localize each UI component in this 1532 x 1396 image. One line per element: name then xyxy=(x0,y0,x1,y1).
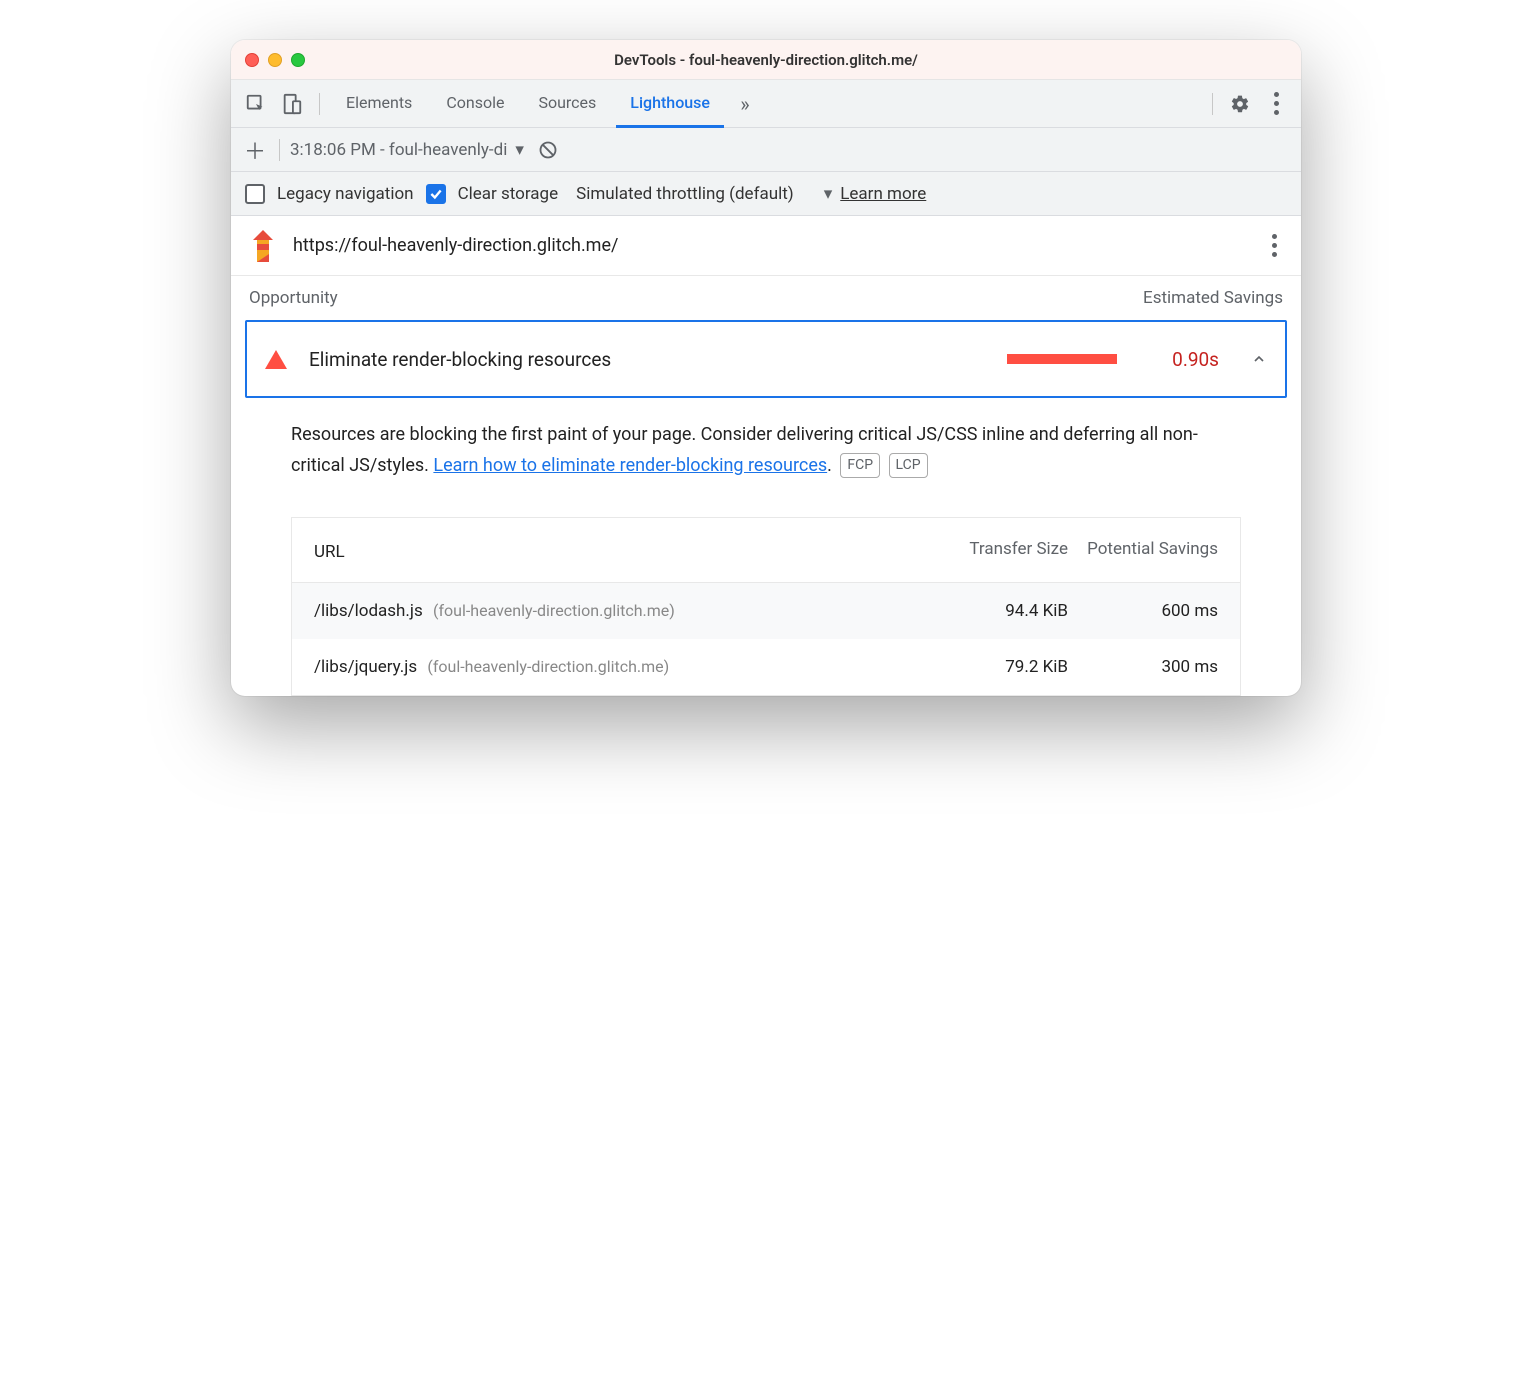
metric-tag-fcp: FCP xyxy=(840,453,880,479)
settings-gear-icon[interactable] xyxy=(1225,89,1255,119)
cell-url-path: /libs/jquery.js xyxy=(314,657,417,677)
opportunity-desc-post: . xyxy=(827,455,832,476)
device-toolbar-icon[interactable] xyxy=(277,89,307,119)
cell-size: 79.2 KiB xyxy=(938,657,1068,677)
clear-all-icon[interactable] xyxy=(534,136,562,164)
tabbar: Elements Console Sources Lighthouse » xyxy=(231,80,1301,128)
lighthouse-options-bar: Legacy navigation Clear storage Simulate… xyxy=(231,172,1301,216)
opportunity-learn-link[interactable]: Learn how to eliminate render-blocking r… xyxy=(433,455,827,476)
legacy-navigation-label: Legacy navigation xyxy=(277,184,414,204)
cell-url: /libs/jquery.js (foul-heavenly-direction… xyxy=(314,657,938,677)
col-header-url: URL xyxy=(314,542,938,562)
learn-more-link[interactable]: Learn more xyxy=(840,184,926,204)
report-selector[interactable]: 3:18:06 PM - foul-heavenly-di ▾ xyxy=(290,140,524,160)
metric-tag-lcp: LCP xyxy=(889,453,928,479)
table-row: /libs/lodash.js (foul-heavenly-direction… xyxy=(292,583,1240,639)
zoom-window-button[interactable] xyxy=(291,53,305,67)
table-header-row: URL Transfer Size Potential Savings xyxy=(292,518,1240,583)
throttling-dropdown-caret-icon[interactable]: ▾ xyxy=(824,184,833,204)
cell-savings: 300 ms xyxy=(1068,657,1218,677)
opportunity-table: URL Transfer Size Potential Savings /lib… xyxy=(291,517,1241,696)
cell-size: 94.4 KiB xyxy=(938,601,1068,621)
report-menu-kebab-icon[interactable] xyxy=(1266,228,1283,263)
opportunity-title: Eliminate render-blocking resources xyxy=(309,348,985,371)
dropdown-caret-icon: ▾ xyxy=(515,140,524,160)
more-tabs-icon[interactable]: » xyxy=(730,89,760,119)
legacy-navigation-checkbox[interactable] xyxy=(245,184,265,204)
tab-console[interactable]: Console xyxy=(432,80,518,128)
opportunity-bar xyxy=(1007,354,1117,364)
lighthouse-logo-icon xyxy=(249,228,277,264)
clear-storage-label: Clear storage xyxy=(458,184,559,204)
col-header-size: Transfer Size xyxy=(938,538,1068,562)
report-label: 3:18:06 PM - foul-heavenly-di xyxy=(290,140,507,160)
close-window-button[interactable] xyxy=(245,53,259,67)
cell-url-path: /libs/lodash.js xyxy=(314,601,423,621)
cell-savings: 600 ms xyxy=(1068,601,1218,621)
divider xyxy=(1212,93,1213,115)
more-options-kebab-icon[interactable] xyxy=(1261,89,1291,119)
minimize-window-button[interactable] xyxy=(268,53,282,67)
traffic-lights xyxy=(245,53,305,67)
tab-sources[interactable]: Sources xyxy=(524,80,610,128)
page-url: https://foul-heavenly-direction.glitch.m… xyxy=(293,235,618,256)
fail-triangle-icon xyxy=(265,350,287,369)
opportunity-header-left: Opportunity xyxy=(249,288,338,308)
collapse-chevron-icon[interactable] xyxy=(1251,351,1267,367)
opportunity-description: Resources are blocking the first paint o… xyxy=(231,402,1301,493)
new-report-button[interactable]: ＋ xyxy=(241,136,269,164)
opportunity-row[interactable]: Eliminate render-blocking resources 0.90… xyxy=(245,320,1287,398)
table-row: /libs/jquery.js (foul-heavenly-direction… xyxy=(292,639,1240,695)
lighthouse-subbar: ＋ 3:18:06 PM - foul-heavenly-di ▾ xyxy=(231,128,1301,172)
cell-url-host: (foul-heavenly-direction.glitch.me) xyxy=(427,657,669,676)
opportunity-value: 0.90s xyxy=(1139,348,1219,371)
inspect-element-icon[interactable] xyxy=(241,89,271,119)
cell-url-host: (foul-heavenly-direction.glitch.me) xyxy=(433,601,675,620)
tab-elements[interactable]: Elements xyxy=(332,80,426,128)
throttling-label: Simulated throttling (default) xyxy=(576,184,794,204)
divider xyxy=(279,139,280,161)
opportunity-header-right: Estimated Savings xyxy=(1143,288,1283,308)
devtools-window: DevTools - foul-heavenly-direction.glitc… xyxy=(231,40,1301,696)
window-title: DevTools - foul-heavenly-direction.glitc… xyxy=(231,51,1301,69)
titlebar: DevTools - foul-heavenly-direction.glitc… xyxy=(231,40,1301,80)
col-header-savings: Potential Savings xyxy=(1068,538,1218,562)
clear-storage-checkbox[interactable] xyxy=(426,184,446,204)
page-url-row: https://foul-heavenly-direction.glitch.m… xyxy=(231,216,1301,276)
divider xyxy=(319,93,320,115)
opportunity-header: Opportunity Estimated Savings xyxy=(231,276,1301,316)
tab-lighthouse[interactable]: Lighthouse xyxy=(616,80,724,128)
cell-url: /libs/lodash.js (foul-heavenly-direction… xyxy=(314,601,938,621)
